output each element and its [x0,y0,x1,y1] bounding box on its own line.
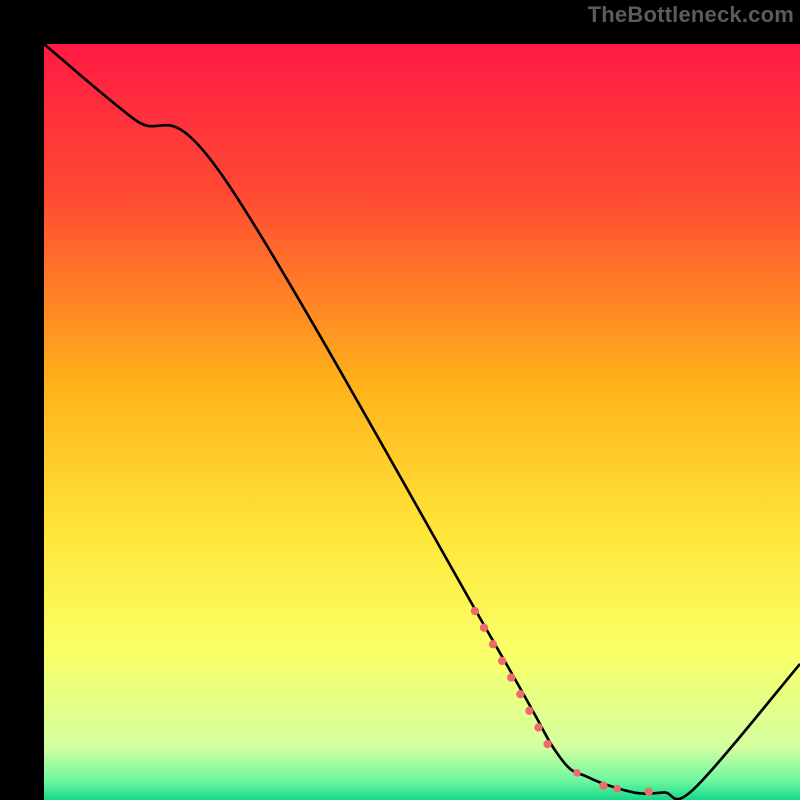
highlight-dot [471,607,479,615]
highlight-dot [543,740,551,748]
highlight-dot [498,657,506,665]
highlight-dot [573,769,581,777]
highlight-dot [507,673,515,681]
bottleneck-chart [44,44,800,800]
highlight-dot [599,781,607,789]
highlight-dot [534,723,542,731]
highlight-dot [480,623,488,631]
gradient-background [44,44,800,800]
highlight-dot [489,640,497,648]
chart-frame [22,22,778,778]
highlight-dot [645,788,653,796]
highlight-dot [613,785,621,793]
highlight-dot [516,690,524,698]
highlight-dot [525,707,533,715]
watermark-label: TheBottleneck.com [588,2,794,28]
